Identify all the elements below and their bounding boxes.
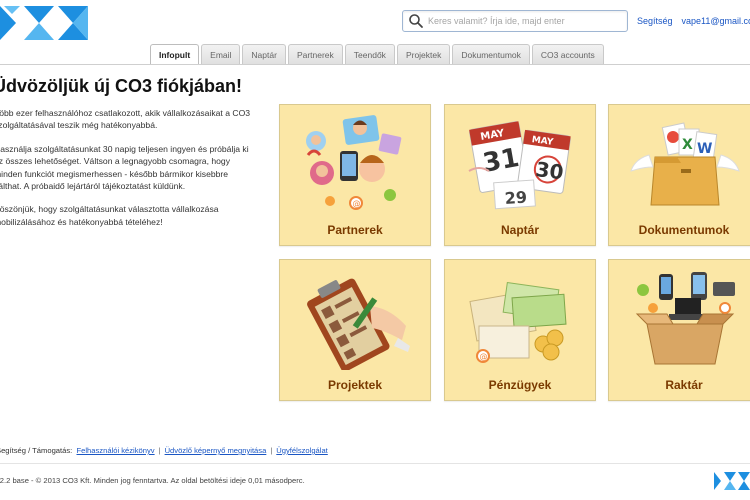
- tab-naptar[interactable]: Naptár: [242, 44, 286, 64]
- link-separator: |: [158, 446, 161, 455]
- tab-dokumentumok[interactable]: Dokumentumok: [452, 44, 530, 64]
- tab-co3-accounts[interactable]: CO3 accounts: [531, 44, 604, 64]
- projects-illustration-icon: [307, 278, 410, 370]
- link-separator: |: [270, 446, 273, 455]
- svg-text:W: W: [697, 141, 712, 157]
- search-input[interactable]: [425, 12, 627, 30]
- tile-label: Pénzügyek: [488, 378, 552, 392]
- welcome-text: Több ezer felhasználóhoz csatlakozott, a…: [0, 107, 256, 239]
- tab-divider: [0, 64, 750, 65]
- footer-divider: [0, 463, 750, 464]
- copyright-text: v2.2 base - © 2013 CO3 Kft. Minden jog f…: [0, 476, 305, 485]
- svg-text:@: @: [353, 199, 361, 208]
- welcome-paragraph: Használja szolgáltatásunkat 30 napig tel…: [0, 143, 249, 192]
- co3-footer-logo: [714, 472, 750, 490]
- warehouse-illustration-icon: [635, 272, 735, 365]
- welcome-paragraph: Több ezer felhasználóhoz csatlakozott, a…: [0, 108, 251, 131]
- calendar-day-label: 30: [534, 157, 565, 185]
- tile-projektek[interactable]: Projektek: [279, 259, 431, 401]
- customer-service-link[interactable]: Ügyfélszolgálat: [276, 446, 328, 455]
- welcome-screen-link[interactable]: Üdvözlő képernyő megnyitása: [165, 446, 267, 455]
- user-email-link[interactable]: vape11@gmail.com: [682, 16, 750, 26]
- tile-label: Projektek: [327, 378, 383, 392]
- co3-logo[interactable]: [0, 6, 88, 40]
- tile-partnerek[interactable]: @ Partnerek: [279, 104, 431, 246]
- tile-label: Raktár: [665, 378, 703, 392]
- finance-illustration-icon: @: [469, 281, 567, 363]
- tab-projektek[interactable]: Projektek: [396, 44, 451, 64]
- tile-raktar[interactable]: Raktár: [608, 259, 750, 401]
- help-link[interactable]: Segítség: [637, 16, 673, 26]
- tile-penzugyek[interactable]: @ Pénzügyek: [444, 259, 596, 401]
- support-links: Segítség / Támogatás: Felhasználói kézik…: [0, 446, 328, 455]
- calendar-illustration-icon: MAY 31 MAY 30 29: [468, 121, 571, 210]
- tile-dokumentumok[interactable]: X W Dokumentumok: [608, 104, 750, 246]
- top-links: Segítség vape11@gmail.com: [637, 16, 750, 26]
- svg-text:X: X: [682, 137, 693, 153]
- partners-illustration-icon: @: [306, 115, 402, 210]
- tab-infopult[interactable]: Infopult: [150, 44, 200, 65]
- tab-teendok[interactable]: Teendők: [344, 44, 395, 64]
- tab-partnerek[interactable]: Partnerek: [287, 44, 343, 64]
- search-icon: [409, 14, 423, 28]
- tile-label: Naptár: [500, 223, 539, 237]
- main-tabs: Infopult Email Naptár Partnerek Teendők …: [150, 44, 606, 65]
- calendar-day-label: 29: [504, 188, 528, 209]
- documents-illustration-icon: X W: [630, 122, 740, 206]
- tab-email[interactable]: Email: [201, 44, 241, 64]
- tile-label: Dokumentumok: [638, 223, 730, 237]
- user-manual-link[interactable]: Felhasználói kézikönyv: [77, 446, 155, 455]
- search-box[interactable]: [402, 10, 628, 32]
- welcome-paragraph: Köszönjük, hogy szolgáltatásunkat válasz…: [0, 204, 219, 227]
- svg-text:@: @: [480, 352, 488, 361]
- tile-label: Partnerek: [327, 223, 383, 237]
- tile-naptar[interactable]: MAY 31 MAY 30 29 Naptár: [444, 104, 596, 246]
- support-label: Segítség / Támogatás:: [0, 446, 73, 455]
- page-title: Üdvözöljük új CO3 fiókjában!: [0, 76, 243, 96]
- calendar-day-label: 31: [481, 143, 522, 179]
